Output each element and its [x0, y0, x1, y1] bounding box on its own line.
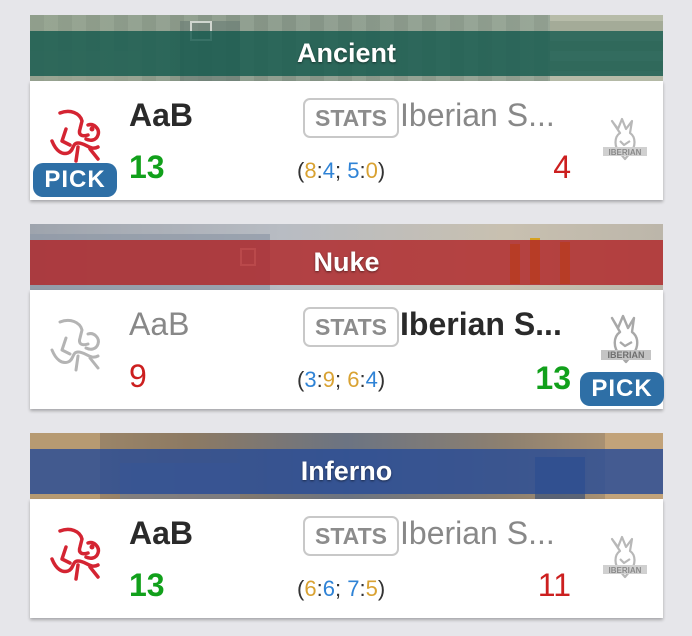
team1-score: 13 — [129, 567, 165, 603]
pick-badge: PICK — [580, 372, 664, 406]
half2-team2-score: 4 — [365, 367, 378, 392]
map-banner: Nuke — [30, 224, 663, 290]
half-scores-semicolon: ; — [334, 158, 348, 183]
aab-horse-logo-icon[interactable] — [42, 310, 110, 378]
half-scores: (6:6; 7:5) — [297, 576, 385, 602]
aab-horse-logo-icon[interactable] — [42, 519, 110, 587]
iberian-lion-logo-icon[interactable]: IBERIAN — [598, 312, 654, 372]
svg-text:IBERIAN: IBERIAN — [609, 566, 642, 575]
stats-button[interactable]: STATS — [303, 98, 399, 138]
team1-name[interactable]: AaB — [129, 513, 193, 553]
map-result-panel: AaB STATS Iberian S... IBERIAN 13 (6:6; … — [30, 499, 663, 618]
half1-team2-score: 9 — [322, 367, 335, 392]
team2-name[interactable]: Iberian S... — [400, 304, 562, 344]
team1-name[interactable]: AaB — [129, 95, 193, 135]
half2-team2-score: 5 — [365, 576, 378, 601]
team2-score: 13 — [535, 360, 571, 396]
map-banner: Inferno — [30, 433, 663, 499]
aab-horse-logo-icon[interactable] — [42, 101, 110, 169]
half1-team2-score: 4 — [322, 158, 335, 183]
stats-button[interactable]: STATS — [303, 307, 399, 347]
map-banner: Ancient — [30, 15, 663, 81]
map-name: Inferno — [300, 456, 393, 486]
map-result-panel: AaB STATS Iberian S... IBERIAN 13 (8:4; … — [30, 81, 663, 200]
pick-badge: PICK — [33, 163, 117, 197]
map-card-inferno: Inferno AaB STATS Iberian S... IBERIAN 1… — [30, 433, 663, 618]
iberian-lion-logo-icon[interactable]: IBERIAN — [600, 533, 650, 581]
team2-score: 11 — [537, 567, 571, 603]
team2-name[interactable]: Iberian S... — [400, 95, 555, 135]
map-card-ancient: Ancient AaB STATS Iberian S... IBERIAN 1… — [30, 15, 663, 200]
map-name: Ancient — [296, 38, 396, 68]
half-scores-close: ) — [377, 576, 386, 601]
half2-team2-score: 0 — [365, 158, 378, 183]
map-result-panel: AaB STATS Iberian S... IBERIAN 9 (3:9; 6… — [30, 290, 664, 409]
half-scores-semicolon: ; — [334, 367, 348, 392]
map-card-nuke: Nuke AaB STATS Iberian S... IBERIAN 9 (3… — [30, 224, 664, 409]
half1-team1-score: 3 — [304, 367, 317, 392]
half2-team1-score: 7 — [347, 576, 360, 601]
stats-button[interactable]: STATS — [303, 516, 399, 556]
half1-team1-score: 6 — [304, 576, 317, 601]
half1-team1-score: 8 — [304, 158, 317, 183]
map-results-page: Ancient AaB STATS Iberian S... IBERIAN 1… — [0, 0, 692, 636]
team1-score: 9 — [129, 358, 147, 394]
half2-team1-score: 6 — [347, 367, 360, 392]
svg-text:IBERIAN: IBERIAN — [607, 350, 644, 360]
half-scores: (3:9; 6:4) — [297, 367, 385, 393]
map-name: Nuke — [313, 247, 380, 277]
svg-text:IBERIAN: IBERIAN — [609, 148, 642, 157]
team2-score: 4 — [553, 149, 571, 185]
team1-name[interactable]: AaB — [129, 304, 189, 344]
half-scores: (8:4; 5:0) — [297, 158, 385, 184]
iberian-lion-logo-icon[interactable]: IBERIAN — [600, 115, 650, 163]
team2-name[interactable]: Iberian S... — [400, 513, 555, 553]
half2-team1-score: 5 — [347, 158, 360, 183]
half-scores-semicolon: ; — [334, 576, 348, 601]
half-scores-close: ) — [377, 367, 386, 392]
half-scores-close: ) — [377, 158, 386, 183]
team1-score: 13 — [129, 149, 165, 185]
half1-team2-score: 6 — [322, 576, 335, 601]
